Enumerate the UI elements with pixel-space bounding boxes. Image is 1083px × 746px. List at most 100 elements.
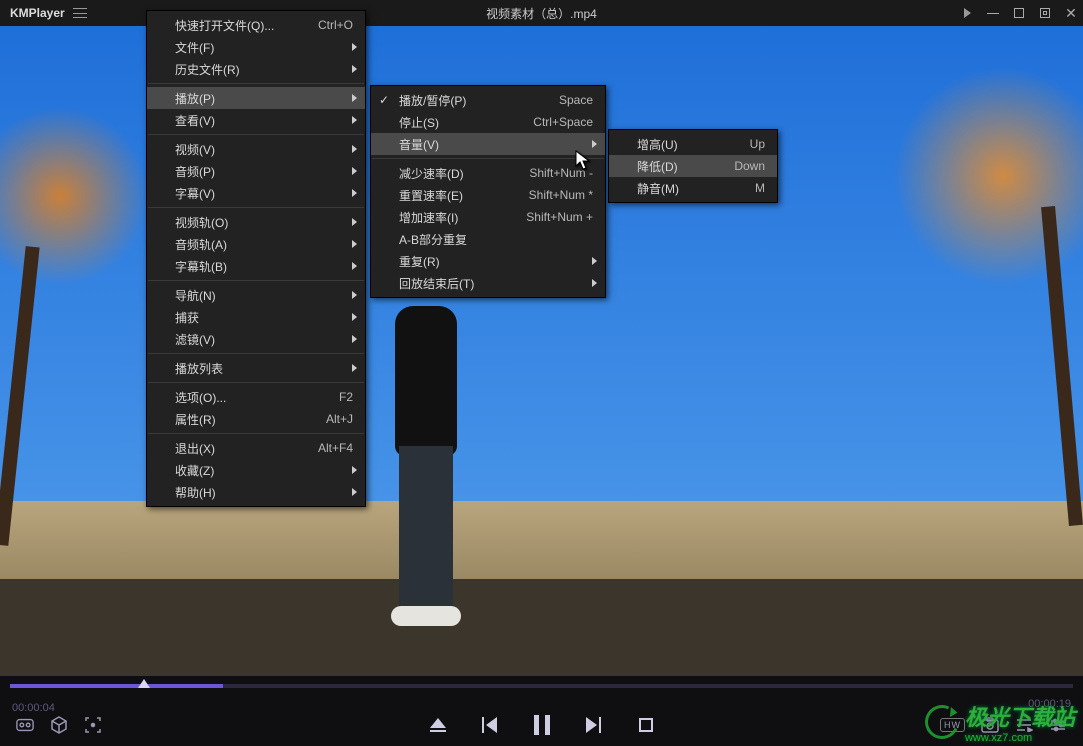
menu-item[interactable]: 导航(N) (147, 284, 365, 306)
vr-icon[interactable] (16, 716, 34, 734)
menu-item[interactable]: 收藏(Z) (147, 459, 365, 481)
video-bg-tree-right (893, 66, 1083, 526)
menu-item-shortcut: Alt+F4 (294, 441, 353, 455)
eject-button[interactable] (429, 716, 447, 734)
maximize-button[interactable] (1011, 5, 1027, 21)
progress-fill (10, 684, 223, 688)
menu-item[interactable]: 音频轨(A) (147, 233, 365, 255)
submenu-arrow-icon (352, 189, 357, 197)
menu-item-label: 播放/暂停(P) (399, 92, 466, 109)
menu-item-label: 音量(V) (399, 136, 439, 153)
menu-item[interactable]: 音量(V) (371, 133, 605, 155)
menu-separator (148, 207, 364, 208)
watermark-url: www.xz7.com (965, 732, 1075, 744)
menu-item-label: 音频轨(A) (175, 236, 227, 253)
close-button[interactable]: ✕ (1063, 5, 1079, 21)
menu-item[interactable]: 属性(R)Alt+J (147, 408, 365, 430)
menu-item-label: 音频(P) (175, 163, 215, 180)
menu-separator (148, 280, 364, 281)
menu-item-label: 属性(R) (175, 411, 216, 428)
menu-item[interactable]: A-B部分重复 (371, 228, 605, 250)
menu-item-shortcut: Down (710, 159, 765, 173)
cursor-icon (575, 150, 591, 172)
submenu-arrow-icon (352, 167, 357, 175)
menu-item-label: 字幕轨(B) (175, 258, 227, 275)
submenu-arrow-icon (352, 43, 357, 51)
menu-item[interactable]: 字幕(V) (147, 182, 365, 204)
menu-item[interactable]: 增加速率(I) Shift+Num + (371, 206, 605, 228)
menu-item-label: 静音(M) (637, 180, 679, 197)
menu-item-label: 回放结束后(T) (399, 275, 474, 292)
minimize-button[interactable] (985, 5, 1001, 21)
context-menu-volume[interactable]: 增高(U) Up 降低(D)Down 静音(M) M (608, 129, 778, 203)
menu-item-label: 导航(N) (175, 287, 216, 304)
menu-item[interactable]: 选项(O)...F2 (147, 386, 365, 408)
submenu-arrow-icon (352, 262, 357, 270)
menu-item-shortcut: Shift+Num * (505, 188, 593, 202)
menu-item[interactable]: 捕获 (147, 306, 365, 328)
menu-item-label: 查看(V) (175, 112, 215, 129)
context-menu-playback[interactable]: ✓播放/暂停(P)Space停止(S)Ctrl+Space音量(V)减少速率(D… (370, 85, 606, 298)
menu-item[interactable]: 历史文件(R) (147, 58, 365, 80)
menu-item[interactable]: 退出(X) Alt+F4 (147, 437, 365, 459)
menu-separator (148, 382, 364, 383)
video-bg-wall-dark (0, 579, 1083, 677)
pause-button[interactable] (533, 716, 551, 734)
menu-item[interactable]: 帮助(H) (147, 481, 365, 503)
previous-button[interactable] (481, 716, 499, 734)
menu-item[interactable]: 增高(U) Up (609, 133, 777, 155)
progress-bar[interactable] (10, 684, 1073, 688)
menu-item-label: 增高(U) (637, 136, 678, 153)
submenu-arrow-icon (592, 257, 597, 265)
play-indicator-icon[interactable] (959, 5, 975, 21)
menu-separator (148, 353, 364, 354)
focus-icon[interactable] (84, 716, 102, 734)
menu-item-shortcut: M (731, 181, 765, 195)
submenu-arrow-icon (352, 335, 357, 343)
menu-item[interactable]: 音频(P) (147, 160, 365, 182)
menu-item[interactable]: 播放(P) (147, 87, 365, 109)
stop-button[interactable] (637, 716, 655, 734)
menu-item-label: 捕获 (175, 309, 199, 326)
menu-item[interactable]: 减少速率(D)Shift+Num - (371, 162, 605, 184)
menu-item-shortcut: Shift+Num + (502, 210, 593, 224)
menu-item[interactable]: 重复(R) (371, 250, 605, 272)
menu-separator (148, 83, 364, 84)
submenu-arrow-icon (352, 116, 357, 124)
menu-item-label: A-B部分重复 (399, 231, 467, 248)
menu-item[interactable]: 静音(M) M (609, 177, 777, 199)
menu-separator (148, 433, 364, 434)
menu-item[interactable]: ✓播放/暂停(P)Space (371, 89, 605, 111)
menu-item[interactable]: 视频轨(O) (147, 211, 365, 233)
menu-item[interactable]: 播放列表 (147, 357, 365, 379)
menu-item-shortcut: Space (535, 93, 593, 107)
next-button[interactable] (585, 716, 603, 734)
submenu-arrow-icon (592, 140, 597, 148)
progress-knob[interactable] (138, 679, 150, 688)
menu-item-shortcut: Up (726, 137, 765, 151)
context-menu-main[interactable]: 快速打开文件(Q)...Ctrl+O文件(F)历史文件(R) 播放(P) 查看(V)… (146, 10, 366, 507)
fullscreen-button[interactable] (1037, 5, 1053, 21)
submenu-arrow-icon (352, 313, 357, 321)
menu-item-label: 选项(O)... (175, 389, 226, 406)
playback-controls: 00:00:04 00:00:19 HW (0, 676, 1083, 746)
menu-item[interactable]: 回放结束后(T) (371, 272, 605, 294)
menu-item-label: 退出(X) (175, 440, 215, 457)
menu-item[interactable]: 视频(V) (147, 138, 365, 160)
menu-item[interactable]: 查看(V) (147, 109, 365, 131)
menu-item[interactable]: 降低(D)Down (609, 155, 777, 177)
menu-item[interactable]: 文件(F) (147, 36, 365, 58)
menu-item[interactable]: 停止(S)Ctrl+Space (371, 111, 605, 133)
menu-item-shortcut: Ctrl+O (294, 18, 353, 32)
cube-icon[interactable] (50, 716, 68, 734)
menu-item-label: 增加速率(I) (399, 209, 458, 226)
menu-item[interactable]: 滤镜(V) (147, 328, 365, 350)
menu-separator (148, 134, 364, 135)
menu-item-label: 播放列表 (175, 360, 223, 377)
menu-item[interactable]: 快速打开文件(Q)...Ctrl+O (147, 14, 365, 36)
menu-icon[interactable] (73, 8, 87, 18)
submenu-arrow-icon (352, 94, 357, 102)
menu-item[interactable]: 重置速率(E) Shift+Num * (371, 184, 605, 206)
menu-item[interactable]: 字幕轨(B) (147, 255, 365, 277)
menu-item-label: 重置速率(E) (399, 187, 463, 204)
